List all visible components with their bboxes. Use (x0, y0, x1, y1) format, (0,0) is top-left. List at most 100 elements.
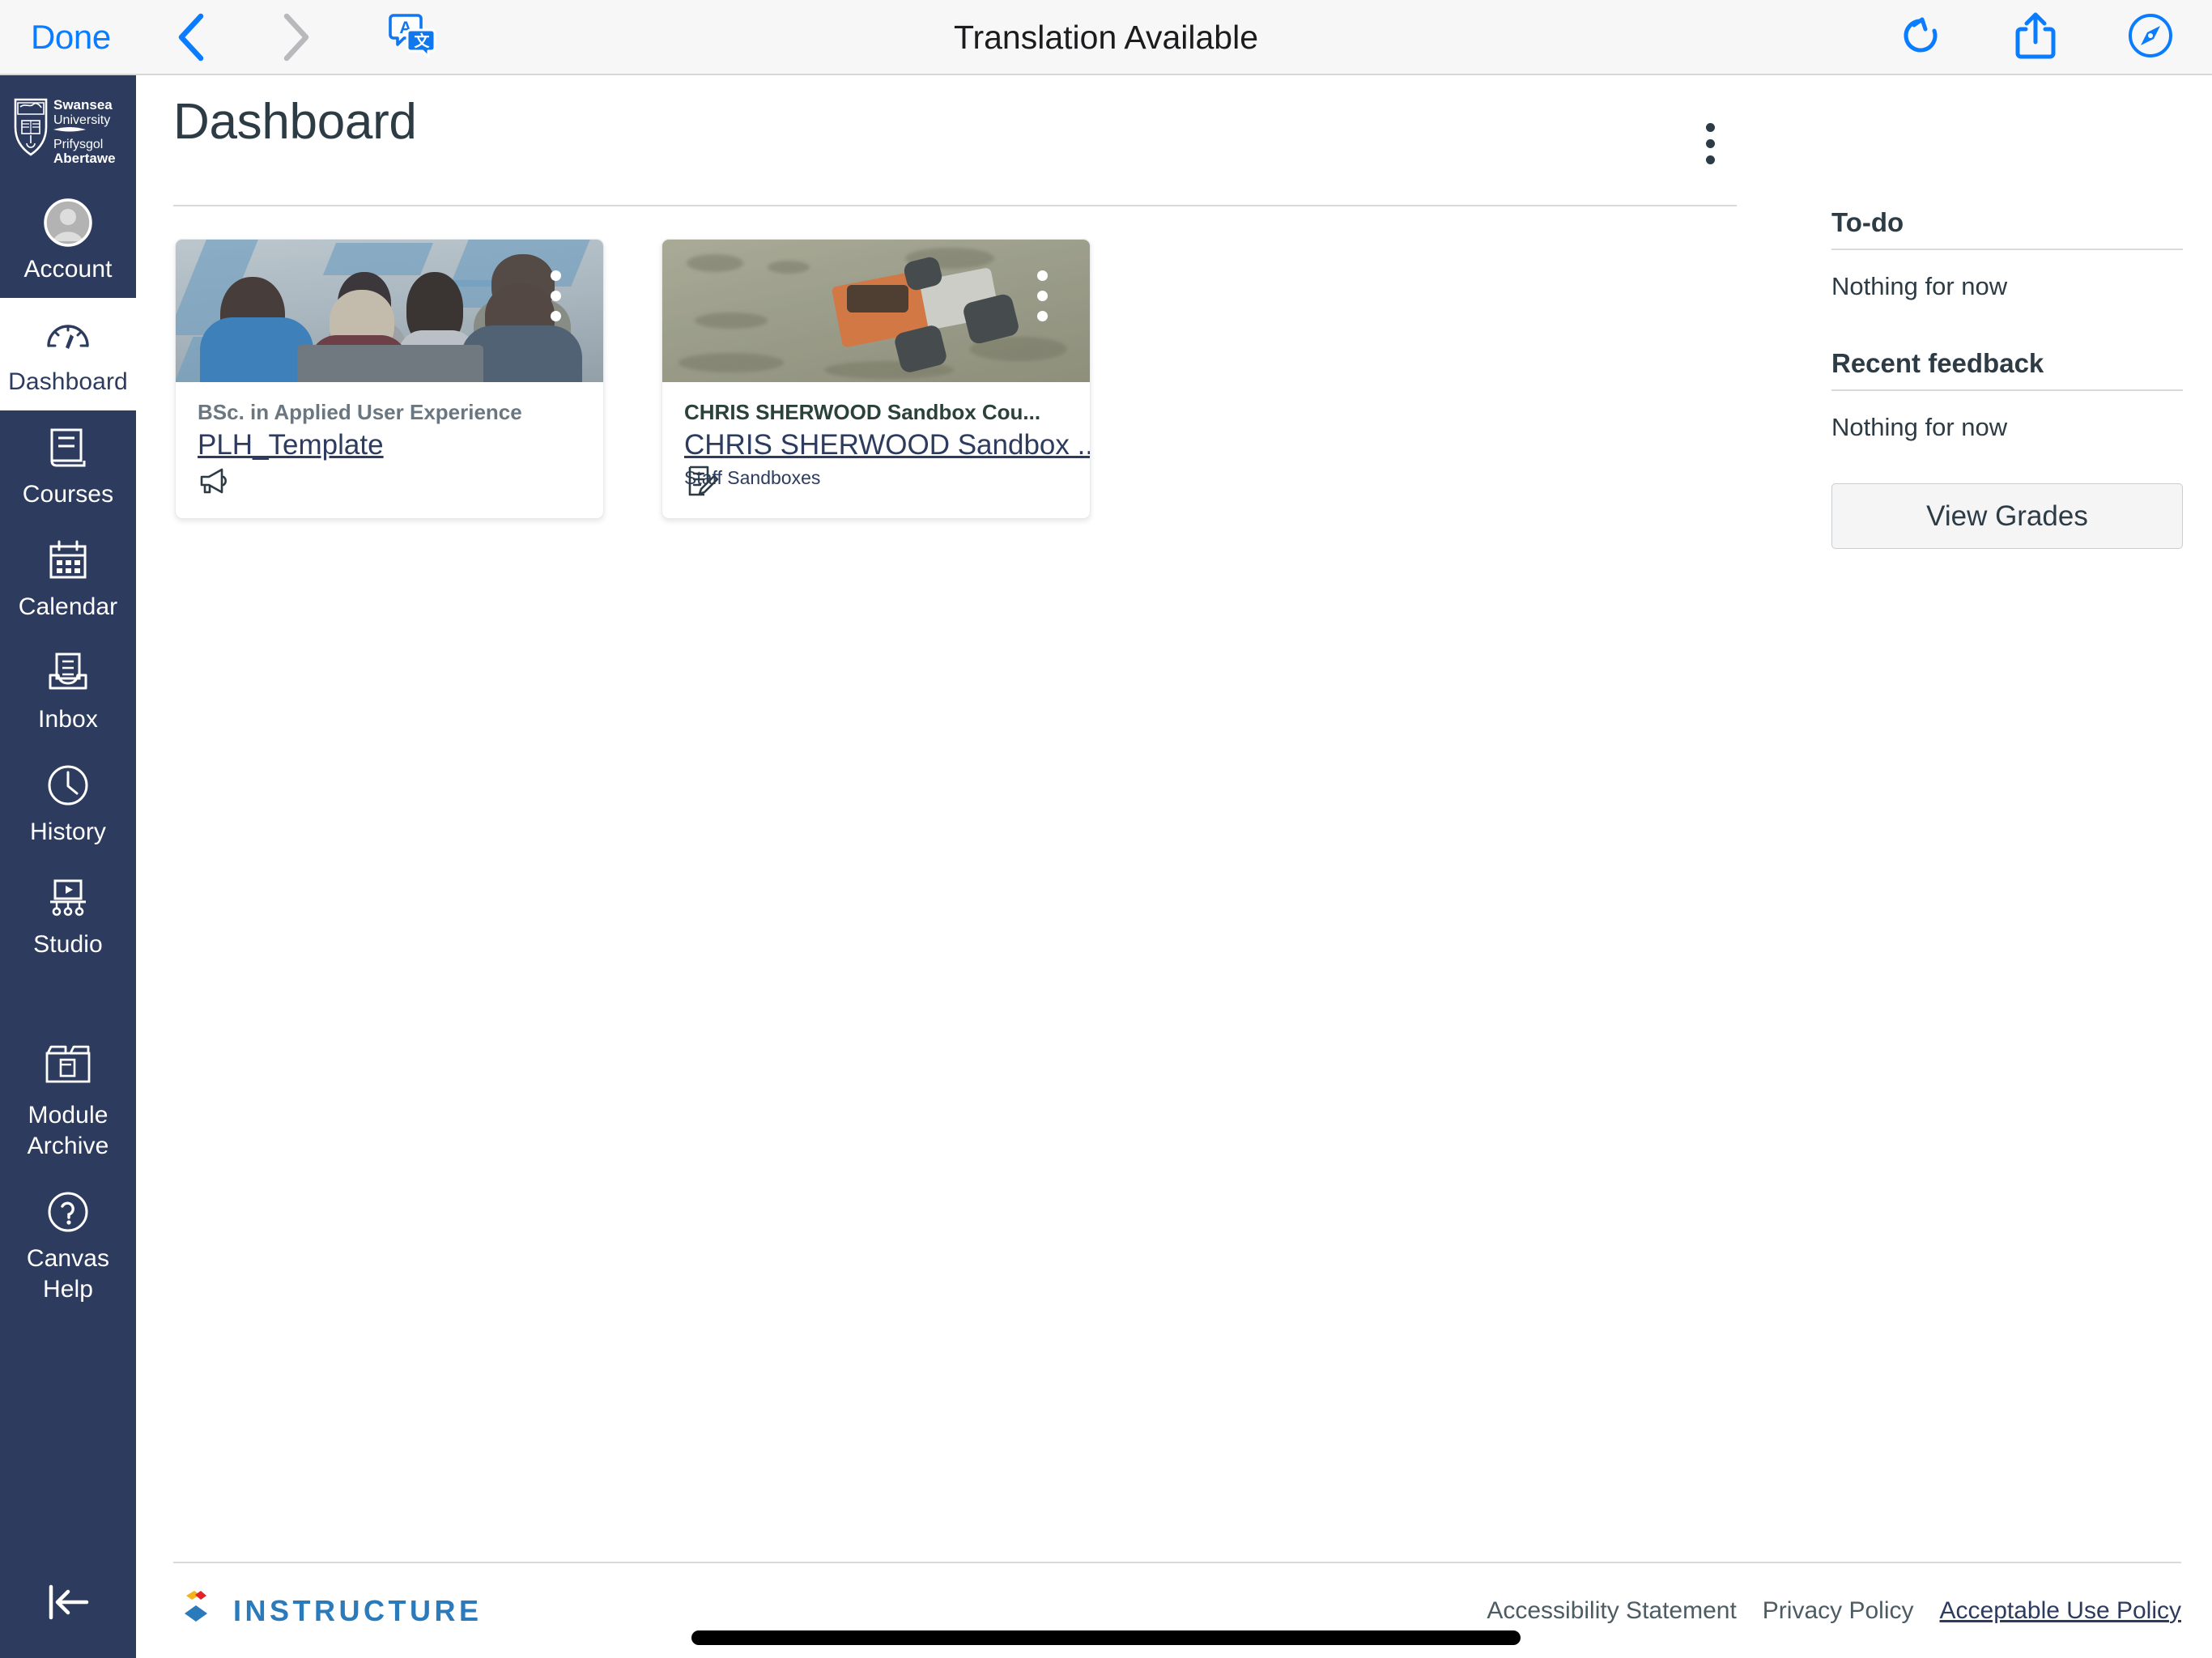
safari-compass-icon (2127, 12, 2174, 63)
megaphone-icon (198, 464, 232, 502)
book-icon (45, 422, 91, 474)
browser-actions (1895, 0, 2176, 75)
dashboard-right-sidebar: To-do Nothing for now Recent feedback No… (1831, 205, 2183, 549)
back-button[interactable] (158, 0, 223, 74)
orange-toy-truck-in-sand-photo (662, 240, 1090, 382)
group-of-people-at-laptop-photo (176, 240, 603, 382)
global-navigation: Swansea University Prifysgol Abertawe Ac… (0, 75, 136, 1658)
page-title: Dashboard (173, 94, 417, 150)
course-card[interactable]: CHRIS SHERWOOD Sandbox Cou... CHRIS SHER… (661, 239, 1091, 519)
sidebar-item-label: Calendar (18, 593, 118, 620)
page-footer: INSTRUCTURE Accessibility Statement Priv… (173, 1586, 2181, 1635)
browser-toolbar: Done A 文 Translation Available (0, 0, 2212, 75)
kebab-dot (1705, 155, 1715, 164)
sidebar-item-label: Account (23, 256, 113, 283)
chevron-left-icon (174, 12, 206, 62)
course-card-title-link[interactable]: CHRIS SHERWOOD Sandbox ... (684, 429, 1090, 461)
translate-icon: A 文 (389, 11, 437, 62)
privacy-policy-link[interactable]: Privacy Policy (1763, 1597, 1914, 1625)
announcements-button[interactable] (198, 465, 233, 500)
sidebar-item-label: Inbox (38, 706, 98, 733)
sidebar-item-label: Module Archive (27, 1102, 109, 1159)
course-card-body: BSc. in Applied User Experience PLH_Temp… (176, 382, 603, 518)
sidebar-item-label: Dashboard (8, 368, 128, 395)
calendar-icon (45, 534, 91, 586)
translate-button[interactable]: A 文 (385, 9, 441, 66)
instructure-wordmark: INSTRUCTURE (233, 1593, 483, 1627)
home-indicator (691, 1630, 1521, 1645)
svg-text:University: University (53, 113, 110, 127)
sidebar-item-courses[interactable]: Courses (0, 410, 136, 523)
course-card-options-button[interactable] (551, 270, 561, 321)
instructure-diamonds-icon (173, 1586, 219, 1635)
forward-button[interactable] (263, 0, 328, 74)
sidebar-item-history[interactable]: History (0, 748, 136, 861)
dashboard-header: Dashboard (173, 93, 1736, 164)
kebab-dot (1705, 138, 1715, 148)
sidebar-item-studio[interactable]: Studio (0, 861, 136, 973)
todo-divider (1831, 249, 2183, 250)
question-circle-icon (45, 1186, 91, 1238)
footer-divider (173, 1562, 2181, 1563)
instructure-logo[interactable]: INSTRUCTURE (173, 1586, 483, 1635)
recent-feedback-divider (1831, 389, 2183, 391)
kebab-dot (1705, 122, 1715, 132)
course-card-term: CHRIS SHERWOOD Sandbox Cou... (684, 400, 1041, 424)
course-card-image[interactable] (176, 240, 603, 382)
course-card-term: BSc. in Applied User Experience (198, 400, 522, 424)
sidebar-item-dashboard[interactable]: Dashboard (0, 298, 136, 410)
archive-box-icon (41, 1035, 95, 1095)
sidebar-item-inbox[interactable]: Inbox (0, 636, 136, 748)
done-button[interactable]: Done (31, 18, 111, 57)
sidebar-item-label: Canvas Help (26, 1245, 110, 1303)
kebab-dot (551, 291, 561, 301)
course-card-image[interactable] (662, 240, 1090, 382)
swansea-university-logo[interactable]: Swansea University Prifysgol Abertawe (7, 93, 129, 171)
main-content: Dashboard BSc. in Applied User Experienc… (136, 75, 2212, 1658)
sidebar-item-label: History (29, 818, 107, 845)
course-card-body: CHRIS SHERWOOD Sandbox Cou... CHRIS SHER… (662, 382, 1090, 518)
page-title-bar: Translation Available (953, 19, 1259, 56)
svg-text:Abertawe: Abertawe (53, 151, 116, 166)
recent-feedback-heading: Recent feedback (1831, 348, 2044, 378)
view-grades-button[interactable]: View Grades (1831, 483, 2183, 549)
dashboard-options-button[interactable] (1684, 117, 1736, 169)
clock-icon (45, 759, 91, 811)
sidebar-item-calendar[interactable]: Calendar (0, 523, 136, 636)
course-card-actions (684, 465, 720, 500)
recent-feedback-empty-text: Nothing for now (1831, 413, 2008, 441)
accessibility-statement-link[interactable]: Accessibility Statement (1487, 1597, 1736, 1625)
header-divider (173, 205, 1737, 206)
kebab-dot (551, 270, 561, 281)
sidebar-item-module-archive[interactable]: Module Archive (0, 1023, 136, 1175)
svg-text:Swansea: Swansea (53, 97, 113, 113)
footer-links: Accessibility Statement Privacy Policy A… (1487, 1597, 2181, 1625)
svg-text:Prifysgol: Prifysgol (53, 138, 103, 151)
acceptable-use-policy-link[interactable]: Acceptable Use Policy (1940, 1597, 2181, 1625)
dashboard-gauge-icon (45, 309, 91, 361)
sidebar-item-label: Studio (33, 931, 103, 958)
collapse-sidebar-icon (43, 1579, 95, 1630)
studio-screen-icon (45, 872, 91, 924)
reload-button[interactable] (1895, 12, 1946, 64)
avatar-icon (43, 197, 93, 249)
chevron-right-icon (279, 12, 312, 62)
kebab-dot (551, 311, 561, 321)
kebab-dot (1037, 291, 1048, 301)
course-card[interactable]: BSc. in Applied User Experience PLH_Temp… (175, 239, 604, 519)
kebab-dot (1037, 311, 1048, 321)
share-button[interactable] (2010, 12, 2061, 64)
share-icon (2014, 11, 2057, 64)
course-card-title-link[interactable]: PLH_Template (198, 429, 384, 461)
course-card-options-button[interactable] (1037, 270, 1048, 321)
course-card-subtitle: Staff Sandboxes (684, 467, 821, 488)
dashboard-card-grid: BSc. in Applied User Experience PLH_Temp… (175, 239, 1091, 519)
todo-empty-text: Nothing for now (1831, 272, 2008, 300)
sidebar-item-canvas-help[interactable]: Canvas Help (0, 1175, 136, 1318)
svg-text:文: 文 (414, 32, 430, 50)
open-in-safari-button[interactable] (2125, 12, 2176, 64)
assignment-pencil-icon (685, 464, 719, 502)
collapse-sidebar-button[interactable] (37, 1572, 100, 1635)
assignments-button[interactable] (684, 465, 720, 500)
sidebar-item-account[interactable]: Account (0, 185, 136, 298)
